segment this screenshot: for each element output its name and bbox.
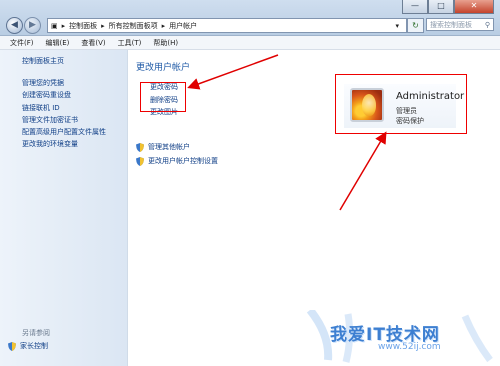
watermark-url: www.52ij.com [378, 342, 441, 352]
uac-settings-link[interactable]: 更改用户帐户控制设置 [136, 156, 218, 166]
forward-button[interactable]: ▶ [24, 17, 41, 34]
menu-edit[interactable]: 编辑(E) [46, 38, 70, 48]
breadcrumb-user-accounts[interactable]: 用户帐户 [169, 21, 197, 31]
menu-tools[interactable]: 工具(T) [118, 38, 142, 48]
search-icon: ⚲ [484, 21, 490, 29]
sidebar-home-link[interactable]: 控制面板主页 [22, 56, 64, 66]
user-avatar [350, 88, 384, 122]
account-status: 密码保护 [396, 117, 424, 125]
manage-other-accounts-link[interactable]: 管理其他帐户 [136, 142, 190, 152]
account-card-highlight: Administrator 管理员 密码保护 [335, 74, 467, 134]
refresh-icon: ↻ [412, 21, 419, 30]
sidebar-item-link-online-id[interactable]: 链接联机 ID [22, 103, 106, 115]
uac-shield-icon [8, 341, 16, 351]
sidebar-item-advanced-profile[interactable]: 配置高级用户配置文件属性 [22, 127, 106, 139]
sidebar-item-manage-credentials[interactable]: 管理您的凭据 [22, 78, 106, 90]
menu-help[interactable]: 帮助(H) [153, 38, 178, 48]
breadcrumb-separator-icon: ▸ [161, 21, 166, 30]
breadcrumb-control-panel[interactable]: 控制面板 [69, 21, 97, 31]
sidebar: 控制面板主页 管理您的凭据 创建密码重设盘 链接联机 ID 管理文件加密证书 配… [0, 50, 128, 366]
control-panel-window: — □ ✕ ◀ ▶ ▣ ▸ 控制面板 ▸ 所有控制面板项 ▸ 用户帐户 ▾ ↻ … [0, 0, 500, 366]
sidebar-item-parental-controls[interactable]: 家长控制 [8, 341, 48, 351]
minimize-button[interactable]: — [402, 0, 428, 14]
back-button[interactable]: ◀ [6, 17, 23, 34]
maximize-button[interactable]: □ [428, 0, 454, 14]
close-button[interactable]: ✕ [454, 0, 494, 14]
breadcrumb-separator-icon: ▸ [101, 21, 105, 30]
account-name: Administrator [396, 91, 465, 102]
caption-buttons: — □ ✕ [402, 0, 494, 14]
menu-view[interactable]: 查看(V) [81, 38, 105, 48]
manage-other-accounts-label: 管理其他帐户 [148, 143, 190, 151]
see-also-heading: 另请参阅 [22, 329, 50, 337]
search-input[interactable]: 搜索控制面板 ⚲ [426, 18, 494, 31]
title-bar: — □ ✕ ◀ ▶ ▣ ▸ 控制面板 ▸ 所有控制面板项 ▸ 用户帐户 ▾ ↻ … [0, 0, 500, 36]
uac-shield-icon [136, 156, 144, 166]
parental-controls-label: 家长控制 [20, 342, 48, 350]
control-panel-icon: ▣ [51, 21, 58, 30]
breadcrumb-separator-icon: ▸ [61, 21, 66, 30]
sidebar-task-list: 管理您的凭据 创建密码重设盘 链接联机 ID 管理文件加密证书 配置高级用户配置… [22, 78, 106, 152]
uac-settings-label: 更改用户帐户控制设置 [148, 157, 218, 165]
breadcrumb-all-items[interactable]: 所有控制面板项 [109, 21, 158, 31]
menu-bar: 文件(F) 编辑(E) 查看(V) 工具(T) 帮助(H) [0, 36, 500, 50]
forward-arrow-icon: ▶ [29, 20, 36, 30]
address-bar[interactable]: ▣ ▸ 控制面板 ▸ 所有控制面板项 ▸ 用户帐户 ▾ [47, 18, 407, 33]
refresh-button[interactable]: ↻ [407, 18, 424, 33]
sidebar-item-environment-variables[interactable]: 更改我的环境变量 [22, 139, 106, 151]
sidebar-item-password-reset-disk[interactable]: 创建密码重设盘 [22, 90, 106, 102]
annotation-highlight-box [140, 82, 186, 112]
page-title: 更改用户帐户 [136, 63, 191, 73]
search-placeholder: 搜索控制面板 [430, 21, 472, 29]
account-role: 管理员 [396, 107, 417, 115]
uac-shield-icon [136, 142, 144, 152]
menu-file[interactable]: 文件(F) [10, 38, 34, 48]
sidebar-item-file-encryption-certs[interactable]: 管理文件加密证书 [22, 115, 106, 127]
address-dropdown-icon[interactable]: ▾ [395, 22, 399, 30]
account-card[interactable]: Administrator 管理员 密码保护 [344, 84, 464, 128]
back-arrow-icon: ◀ [11, 20, 18, 30]
